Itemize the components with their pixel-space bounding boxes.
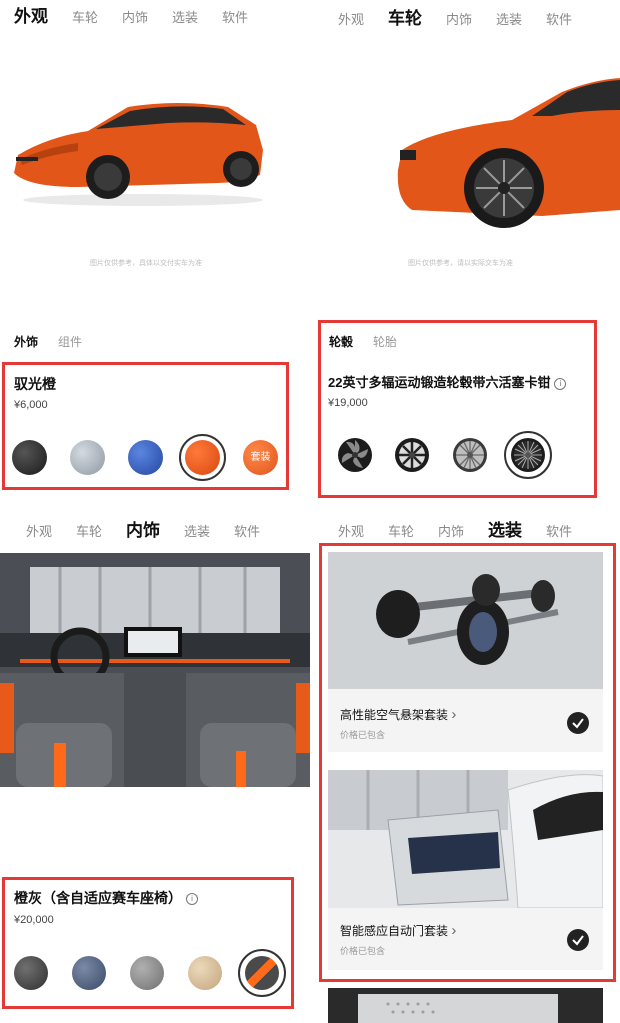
subtab-components[interactable]: 组件 <box>58 333 82 350</box>
interior-swatch-orange-gray[interactable] <box>245 956 279 990</box>
panel2-tab-bar: 外观 车轮 内饰 选装 软件 <box>338 4 572 29</box>
tab-interior[interactable]: 内饰 <box>122 7 148 26</box>
tab-options[interactable]: 选装 <box>488 516 522 541</box>
tab-exterior[interactable]: 外观 <box>26 521 52 540</box>
interior-name-text: 橙灰（含自适应赛车座椅） <box>14 890 182 906</box>
option-title-1[interactable]: 高性能空气悬架套装 › <box>340 706 456 723</box>
chevron-right-icon: › <box>451 706 457 723</box>
tab-options[interactable]: 选装 <box>184 521 210 540</box>
next-option-image <box>328 988 603 1023</box>
car-exterior-image <box>14 103 263 206</box>
color-swatch-orange[interactable] <box>185 440 220 475</box>
info-icon[interactable]: i <box>554 377 567 390</box>
car-wheel-image <box>397 78 620 228</box>
color-swatch-black[interactable] <box>12 440 47 475</box>
wheel-price: ¥19,000 <box>328 397 368 409</box>
interior-swatch-dark-gray[interactable] <box>14 956 48 990</box>
color-swatch-blue[interactable] <box>128 440 163 475</box>
interior-swatch-blue-gray[interactable] <box>72 956 106 990</box>
wheel-name-text: 22英寸多辐运动锻造轮毂带六活塞卡钳 <box>328 375 551 390</box>
subtab-tires[interactable]: 轮胎 <box>373 333 397 350</box>
tab-software[interactable]: 软件 <box>546 521 572 540</box>
option-title-2[interactable]: 智能感应自动门套装 › <box>340 922 456 939</box>
disclaimer-text: 图片仅供参考，具体以交付实车为准 <box>90 260 202 267</box>
tab-interior[interactable]: 内饰 <box>438 521 464 540</box>
panel4-tab-bar: 外观 车轮 内饰 选装 软件 <box>338 516 572 541</box>
info-icon[interactable]: i <box>186 893 198 906</box>
wheel-option-2[interactable] <box>394 437 430 473</box>
tab-exterior[interactable]: 外观 <box>338 521 364 540</box>
subtab-rims[interactable]: 轮毂 <box>329 333 353 350</box>
tab-software[interactable]: 软件 <box>222 7 248 26</box>
interior-image <box>0 553 310 787</box>
tab-wheels[interactable]: 车轮 <box>76 521 102 540</box>
panel1-tab-bar: 外观 车轮 内饰 选装 软件 <box>14 2 272 27</box>
tab-interior[interactable]: 内饰 <box>126 516 160 541</box>
color-name: 驭光橙 <box>14 376 56 392</box>
tab-software[interactable]: 软件 <box>546 9 572 28</box>
chevron-right-icon: › <box>451 922 457 939</box>
panel2-subtabs: 轮毂 轮胎 <box>329 333 417 350</box>
wheel-option-1[interactable] <box>337 437 373 473</box>
option-subtext-2: 价格已包含 <box>340 946 386 956</box>
tab-exterior[interactable]: 外观 <box>14 2 48 27</box>
subtab-exterior-trim[interactable]: 外饰 <box>14 333 38 350</box>
tab-wheels[interactable]: 车轮 <box>72 7 98 26</box>
tab-options[interactable]: 选装 <box>172 7 198 26</box>
panel1-subtabs: 外饰 组件 <box>14 333 102 350</box>
option-subtext-1: 价格已包含 <box>340 730 386 740</box>
interior-swatch-beige[interactable] <box>188 956 222 990</box>
air-suspension-image <box>328 552 603 689</box>
option-title-text: 智能感应自动门套装 <box>340 924 449 938</box>
wheel-name: 22英寸多辐运动锻造轮毂带六活塞卡钳 i <box>328 372 567 391</box>
color-swatch-silver[interactable] <box>70 440 105 475</box>
option-title-text: 高性能空气悬架套装 <box>340 708 449 722</box>
tab-interior[interactable]: 内饰 <box>446 9 472 28</box>
tab-exterior[interactable]: 外观 <box>338 9 364 28</box>
disclaimer-text: 图片仅供参考，请以实际交车为准 <box>408 260 513 267</box>
interior-name: 橙灰（含自适应赛车座椅） i <box>14 888 198 908</box>
package-badge[interactable]: 套装 <box>243 440 278 475</box>
interior-swatch-light-gray[interactable] <box>130 956 164 990</box>
tab-wheels[interactable]: 车轮 <box>388 521 414 540</box>
auto-door-image <box>328 770 603 908</box>
wheel-option-4[interactable] <box>510 437 546 473</box>
tab-options[interactable]: 选装 <box>496 9 522 28</box>
tab-wheels[interactable]: 车轮 <box>388 4 422 29</box>
wheel-option-3[interactable] <box>452 437 488 473</box>
tab-software[interactable]: 软件 <box>234 521 260 540</box>
color-price: ¥6,000 <box>14 399 48 411</box>
interior-price: ¥20,000 <box>14 914 54 926</box>
check-icon[interactable] <box>567 929 589 951</box>
check-icon[interactable] <box>567 712 589 734</box>
panel3-tab-bar: 外观 车轮 内饰 选装 软件 <box>26 516 284 541</box>
